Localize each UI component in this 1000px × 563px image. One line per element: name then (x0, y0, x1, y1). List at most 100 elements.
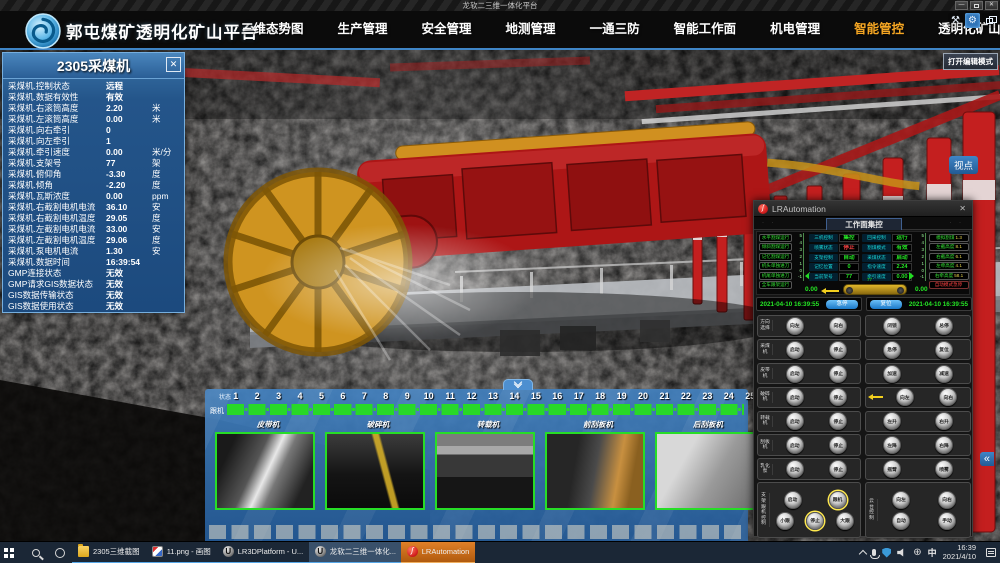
control-button[interactable]: 闭锁 (883, 317, 901, 335)
control-button[interactable]: 停止 (806, 512, 824, 530)
close-button[interactable]: ✕ (985, 1, 998, 10)
ime-indicator[interactable]: 中 (928, 546, 937, 559)
nav-item[interactable]: 一通三防 (573, 11, 657, 48)
nav-item[interactable]: 生产管理 (321, 11, 405, 48)
taskbar-task[interactable]: U LR3DPlatform - U... (217, 542, 309, 563)
close-icon[interactable]: ✕ (166, 57, 181, 72)
control-button[interactable]: 自动 (892, 512, 910, 530)
camera-thumbnail[interactable] (215, 432, 315, 510)
control-button[interactable]: 停止 (829, 365, 847, 383)
mode-button[interactable]: 记忆割煤运行 (759, 253, 792, 261)
settings-gear-icon[interactable]: ⚙ (965, 13, 980, 28)
control-button[interactable]: 启动 (786, 412, 804, 430)
reset-pill-button[interactable]: 复位 (870, 300, 902, 309)
tray-expand-chevron-icon[interactable] (860, 548, 866, 557)
action-button[interactable]: 自动模式急停 (929, 281, 969, 289)
action-center-icon[interactable] (986, 548, 996, 557)
collapse-panel-chevron[interactable]: « (980, 452, 994, 466)
close-icon[interactable]: ✕ (957, 204, 968, 213)
action-button[interactable]: 模拟割煤1.3 (929, 234, 969, 242)
control-button[interactable]: 跟机 (829, 491, 847, 509)
control-button[interactable]: 启动 (786, 341, 804, 359)
nav-item[interactable]: 安全管理 (405, 11, 489, 48)
control-button[interactable]: 大跟 (836, 512, 854, 530)
control-button[interactable]: 左升 (883, 412, 901, 430)
security-shield-icon[interactable] (882, 548, 891, 558)
control-button[interactable]: 停止 (829, 436, 847, 454)
mode-button[interactable]: 机尾单独进刀 (759, 272, 792, 280)
volume-icon[interactable] (897, 548, 907, 557)
nav-item[interactable]: 智能管控 (837, 11, 921, 48)
taskbar-task[interactable]: U 龙软二三维一体化... (309, 542, 401, 563)
control-button[interactable]: 右升 (935, 412, 953, 430)
camera-thumbnail[interactable] (325, 432, 425, 510)
control-button[interactable]: 急停 (883, 341, 901, 359)
control-button[interactable]: 启动 (786, 460, 804, 478)
workface-control-tab[interactable]: 工作面集控 (826, 218, 902, 230)
tools-wrench-icon[interactable]: ⚒ (948, 13, 963, 28)
camera-thumbnail[interactable] (435, 432, 535, 510)
nav-item[interactable]: 机电管理 (753, 11, 837, 48)
control-button[interactable]: 向左 (786, 317, 804, 335)
control-button[interactable]: 启动 (784, 491, 802, 509)
control-button[interactable]: 总停 (935, 317, 953, 335)
control-button[interactable]: 启动 (786, 436, 804, 454)
thumbnail-filmstrip[interactable] (209, 525, 746, 539)
support-number: 22 (675, 391, 696, 401)
maximize-button[interactable] (970, 1, 983, 10)
collapse-strip-chevron-icon[interactable] (503, 379, 533, 390)
taskbar-task[interactable]: ʃ LRAutomation (401, 542, 476, 563)
control-button[interactable]: 停止 (829, 412, 847, 430)
action-button[interactable]: 右牵高度58.1 (929, 272, 969, 280)
control-button[interactable]: 右降 (935, 436, 953, 454)
control-row: 左降 右降 (865, 434, 971, 456)
camera-thumbnail[interactable] (655, 432, 755, 510)
nav-item[interactable]: 地测管理 (489, 11, 573, 48)
taskbar-task[interactable]: 2305三维截图 (72, 542, 146, 563)
control-button[interactable]: 向右 (829, 317, 847, 335)
control-button[interactable]: 停止 (829, 388, 847, 406)
viewpoint-tab[interactable]: 视点 (949, 156, 978, 174)
control-button[interactable]: 向左 (896, 388, 914, 406)
control-button[interactable]: 向右 (939, 388, 957, 406)
action-button[interactable]: 右截高度6.1 (929, 253, 969, 261)
clock[interactable]: 16:39 2021/4/10 (943, 544, 976, 561)
control-button[interactable]: 加速 (883, 365, 901, 383)
camera-thumbnail[interactable] (545, 432, 645, 510)
control-button[interactable]: 启动 (786, 365, 804, 383)
control-button[interactable]: 启动 (786, 388, 804, 406)
cortana-button[interactable] (48, 542, 72, 563)
network-globe-icon[interactable]: ⊕ (913, 548, 921, 558)
restore-window-icon[interactable] (982, 13, 997, 28)
estop-pill-button[interactable]: 急停 (826, 300, 858, 309)
control-button[interactable]: 向左 (892, 491, 910, 509)
mode-button[interactable]: 机头单独进刀 (759, 262, 792, 270)
control-button[interactable]: 复位 (935, 341, 953, 359)
control-button[interactable]: 向右 (938, 491, 956, 509)
search-button[interactable] (24, 542, 48, 563)
data-row: 采煤机.左滚筒高度 0.00 米 (8, 114, 182, 125)
nav-item[interactable]: 智能工作面 (657, 11, 754, 48)
control-button[interactable]: 减速 (935, 365, 953, 383)
camera-cell: 破碎机 (323, 419, 433, 510)
support-status-bar[interactable] (227, 404, 744, 415)
control-button[interactable]: 左降 (883, 436, 901, 454)
decor-dots: · · (762, 220, 777, 226)
microphone-icon[interactable] (872, 549, 876, 556)
mode-button[interactable]: 倾斜割煤运行 (759, 243, 792, 251)
action-button[interactable]: 左牵高度4.1 (929, 262, 969, 270)
control-button[interactable]: 摇臂 (883, 460, 901, 478)
control-button[interactable]: 手动 (938, 512, 956, 530)
mode-button[interactable]: 水平割煤运行 (759, 234, 792, 242)
minimize-button[interactable]: — (955, 1, 968, 10)
start-button[interactable] (0, 542, 24, 563)
action-button[interactable]: 左截高度8.1 (929, 243, 969, 251)
control-button[interactable]: 停止 (829, 341, 847, 359)
taskbar-task[interactable]: 11.png - 画图 (146, 542, 217, 563)
control-button[interactable]: 停止 (829, 460, 847, 478)
mode-button[interactable]: 全车跟架运行 (759, 281, 792, 289)
nav-item[interactable]: 三维态势图 (224, 11, 321, 48)
control-button[interactable]: 喷雾 (935, 460, 953, 478)
open-edit-mode-button[interactable]: 打开编辑模式 (943, 53, 998, 70)
control-button[interactable]: 小跟 (776, 512, 794, 530)
